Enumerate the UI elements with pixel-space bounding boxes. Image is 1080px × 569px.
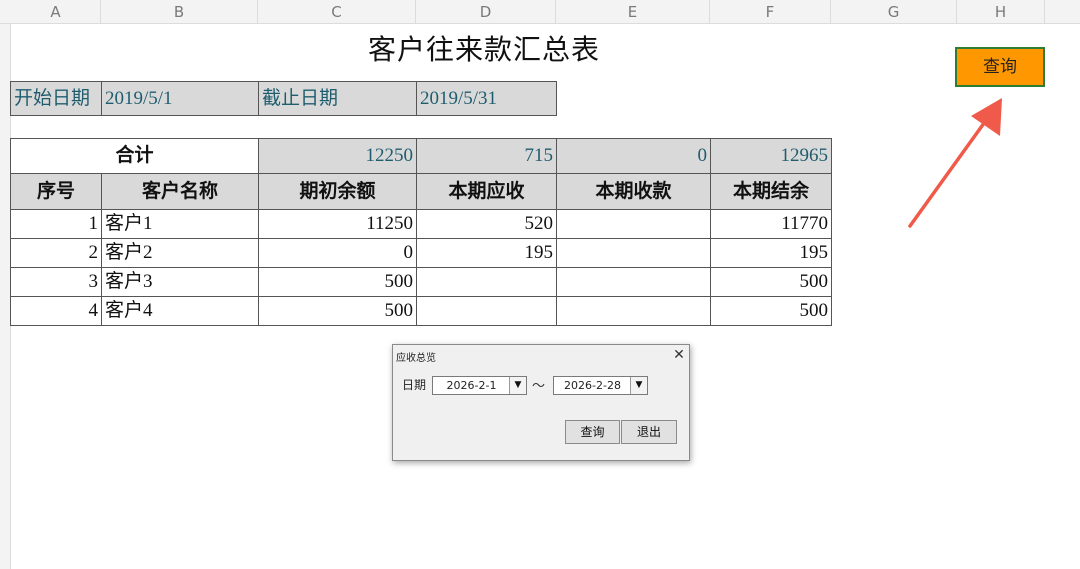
date-label: 日期	[402, 378, 427, 392]
dialog-exit-button[interactable]: 退出	[621, 420, 677, 444]
row-4-closing[interactable]: 500	[710, 296, 832, 326]
row-2-opening[interactable]: 0	[258, 238, 417, 268]
header-opening-balance: 期初余额	[258, 173, 417, 210]
row-1-index[interactable]: 1	[10, 209, 102, 239]
row-2-received[interactable]	[556, 238, 711, 268]
total-closing-balance[interactable]: 12965	[710, 138, 832, 174]
row-2-receivable[interactable]: 195	[416, 238, 557, 268]
date-separator: ～	[532, 379, 546, 394]
row-4-opening[interactable]: 500	[258, 296, 417, 326]
row-4-received[interactable]	[556, 296, 711, 326]
close-icon[interactable]: ✕	[671, 347, 687, 363]
dialog-title: 应收总览	[396, 353, 436, 364]
total-receivable[interactable]: 715	[416, 138, 557, 174]
row-2-closing[interactable]: 195	[710, 238, 832, 268]
row-1-closing[interactable]: 11770	[710, 209, 832, 239]
column-header-g[interactable]: G	[831, 0, 957, 24]
arrow-shaft	[908, 110, 994, 228]
column-header-a[interactable]: A	[11, 0, 101, 24]
row-3-closing[interactable]: 500	[710, 267, 832, 297]
start-date-label: 开始日期	[10, 81, 102, 116]
column-header-d[interactable]: D	[416, 0, 556, 24]
end-date-value[interactable]: 2019/5/31	[416, 81, 557, 116]
row-4-receivable[interactable]	[416, 296, 557, 326]
header-closing-balance: 本期结余	[710, 173, 832, 210]
receivables-overview-dialog[interactable]: 应收总览 ✕ 日期 2026-2-1 ▼ ～ 2026-2-28 ▼ 查询 退出	[392, 344, 690, 461]
row-1-customer[interactable]: 客户1	[101, 209, 259, 239]
row-1-opening[interactable]: 11250	[258, 209, 417, 239]
total-received[interactable]: 0	[556, 138, 711, 174]
column-header-b[interactable]: B	[101, 0, 258, 24]
row-3-received[interactable]	[556, 267, 711, 297]
header-receivable: 本期应收	[416, 173, 557, 210]
row-3-opening[interactable]: 500	[258, 267, 417, 297]
row-3-index[interactable]: 3	[10, 267, 102, 297]
column-header-c[interactable]: C	[258, 0, 416, 24]
header-index: 序号	[10, 173, 102, 210]
query-button[interactable]: 查询	[955, 47, 1045, 87]
column-header-f[interactable]: F	[710, 0, 831, 24]
annotation-arrow	[908, 98, 1002, 228]
row-3-receivable[interactable]	[416, 267, 557, 297]
start-date-value[interactable]: 2019/5/1	[101, 81, 259, 116]
end-date-label: 截止日期	[258, 81, 417, 116]
row-1-received[interactable]	[556, 209, 711, 239]
total-opening-balance[interactable]: 12250	[258, 138, 417, 174]
row-3-customer[interactable]: 客户3	[101, 267, 259, 297]
row-4-index[interactable]: 4	[10, 296, 102, 326]
column-header-e[interactable]: E	[556, 0, 710, 24]
column-header-h[interactable]: H	[957, 0, 1045, 24]
to-date-picker[interactable]: 2026-2-28 ▼	[553, 376, 648, 395]
from-date-value: 2026-2-1	[446, 379, 497, 392]
from-date-picker[interactable]: 2026-2-1 ▼	[432, 376, 527, 395]
header-received: 本期收款	[556, 173, 711, 210]
row-2-customer[interactable]: 客户2	[101, 238, 259, 268]
dialog-query-button[interactable]: 查询	[565, 420, 620, 444]
to-date-value: 2026-2-28	[564, 379, 621, 392]
chevron-down-icon[interactable]: ▼	[509, 377, 526, 394]
chevron-down-icon[interactable]: ▼	[630, 377, 647, 394]
total-label: 合计	[10, 138, 259, 174]
header-customer-name: 客户名称	[101, 173, 259, 210]
row-1-receivable[interactable]: 520	[416, 209, 557, 239]
arrow-head	[971, 98, 1002, 136]
row-4-customer[interactable]: 客户4	[101, 296, 259, 326]
row-2-index[interactable]: 2	[10, 238, 102, 268]
sheet-title: 客户往来款汇总表	[367, 35, 600, 66]
